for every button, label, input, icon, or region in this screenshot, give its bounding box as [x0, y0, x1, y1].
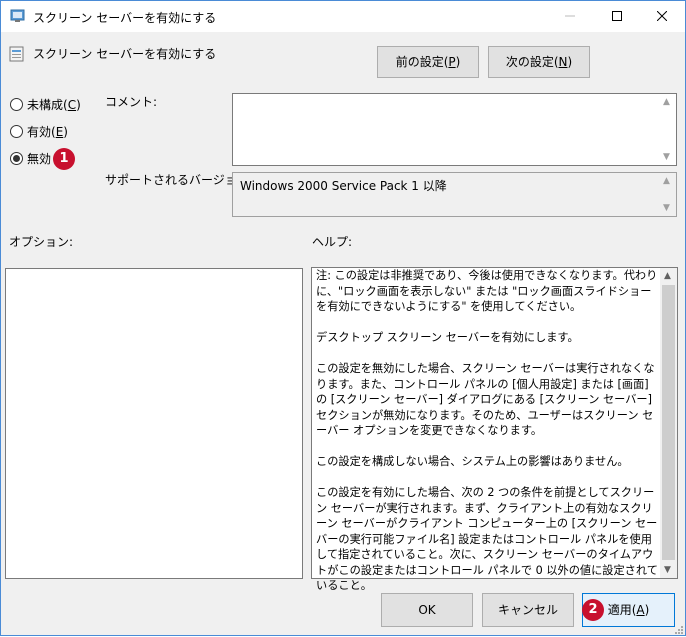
scroll-up-icon[interactable]: ▲: [664, 271, 671, 281]
cancel-button[interactable]: キャンセル: [482, 593, 574, 627]
help-text: 注: この設定は非推奨であり、今後は使用できなくなります。代わりに、"ロック画面…: [316, 268, 659, 609]
help-label: ヘルプ:: [312, 235, 353, 249]
radio-enabled[interactable]: 有効(E): [10, 123, 68, 141]
policy-settings-icon: [10, 8, 26, 24]
help-paragraph: この設定を無効にした場合、スクリーン セーバーは実行されなくなります。また、コン…: [316, 362, 655, 437]
scroll-down-icon[interactable]: ▼: [663, 152, 670, 162]
help-paragraph: この設定を構成しない場合、システム上の影響はありません。: [316, 455, 629, 468]
supported-version-field: Windows 2000 Service Pack 1 以降 ▲ ▼: [232, 172, 677, 217]
title-bar[interactable]: スクリーン セーバーを有効にする: [1, 1, 685, 32]
scroll-up-icon[interactable]: ▲: [663, 97, 670, 107]
close-button[interactable]: [639, 1, 685, 31]
step-badge-1: 1: [53, 148, 75, 170]
help-panel[interactable]: 注: この設定は非推奨であり、今後は使用できなくなります。代わりに、"ロック画面…: [311, 267, 678, 592]
step-badge-2: 2: [582, 599, 604, 621]
supported-version-label: サポートされるバージョン:: [105, 173, 253, 187]
supported-version-value: Windows 2000 Service Pack 1 以降: [240, 179, 447, 193]
radio-circle[interactable]: [10, 98, 23, 111]
version-scrollbar[interactable]: ▲ ▼: [659, 173, 676, 216]
scroll-down-icon[interactable]: ▼: [663, 203, 670, 213]
radio-circle-selected[interactable]: [10, 152, 23, 165]
comment-label: コメント:: [105, 95, 158, 109]
help-paragraph: この設定を有効にした場合、次の 2 つの条件を前提としてスクリーン セーバーが実…: [316, 486, 658, 592]
resize-grip-icon[interactable]: [673, 623, 683, 634]
comment-scrollbar[interactable]: ▲ ▼: [659, 94, 676, 165]
radio-not-configured[interactable]: 未構成(C): [10, 96, 81, 114]
scrollbar-thumb[interactable]: [662, 285, 675, 560]
ok-button[interactable]: OK: [381, 593, 473, 627]
previous-setting-button[interactable]: 前の設定(P): [377, 46, 479, 78]
options-panel[interactable]: [5, 268, 303, 579]
help-paragraph: デスクトップ スクリーン セーバーを有効にします。: [316, 331, 579, 344]
help-paragraph: 注: この設定は非推奨であり、今後は使用できなくなります。代わりに、"ロック画面…: [316, 269, 658, 313]
close-icon: [657, 11, 667, 21]
next-setting-button[interactable]: 次の設定(N): [488, 46, 590, 78]
scroll-down-icon[interactable]: ▼: [664, 565, 671, 575]
policy-dialog-window: スクリーン セーバーを有効にする スクリーン セーバーを有効にする 前の設定(P…: [0, 0, 686, 636]
radio-disabled[interactable]: 無効: [10, 150, 51, 168]
policy-title: スクリーン セーバーを有効にする: [33, 47, 217, 61]
options-label: オプション:: [9, 235, 74, 249]
scroll-up-icon[interactable]: ▲: [663, 176, 670, 186]
help-scrollbar[interactable]: ▲ ▼: [660, 268, 677, 578]
maximize-button[interactable]: [594, 1, 640, 31]
policy-document-icon: [9, 46, 25, 62]
comment-textarea[interactable]: ▲ ▼: [232, 93, 677, 166]
radio-circle[interactable]: [10, 125, 23, 138]
window-title: スクリーン セーバーを有効にする: [33, 11, 217, 25]
minimize-button[interactable]: [547, 1, 593, 31]
